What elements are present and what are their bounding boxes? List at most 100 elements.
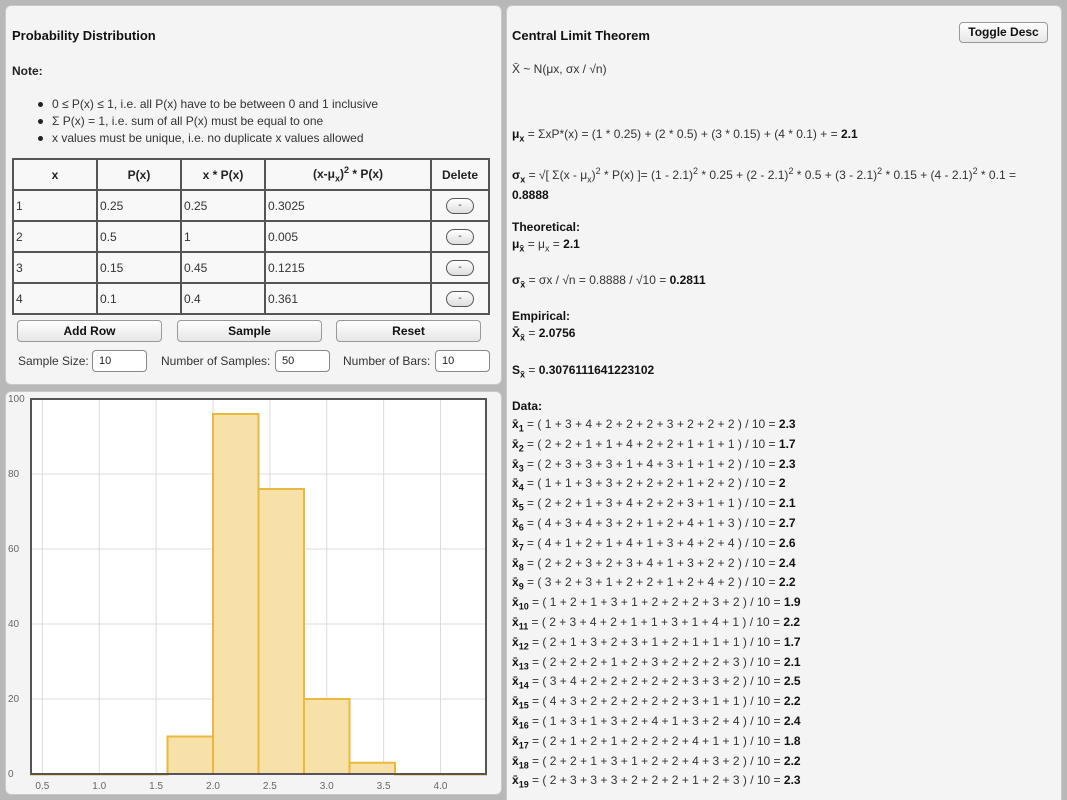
sample-line: x̄2 = ( 2 + 2 + 1 + 1 + 4 + 2 + 2 + 1 + … <box>512 436 796 454</box>
sample-line: x̄4 = ( 1 + 1 + 3 + 3 + 2 + 2 + 2 + 1 + … <box>512 476 786 493</box>
sample-size-input[interactable]: 10 <box>92 350 147 372</box>
s-line: Sx̄ = 0.3076111641223102 <box>512 363 655 380</box>
sigma-xbar-line: σx̄ = σx / √n = 0.8888 / √10 = 0.2811 <box>512 273 706 290</box>
sample-line: x̄12 = ( 2 + 1 + 3 + 2 + 3 + 1 + 2 + 1 +… <box>512 634 801 652</box>
x-tick-label: 3.0 <box>320 781 334 792</box>
num-bars-label: Number of Bars: <box>343 354 431 368</box>
distribution-panel: Probability Distribution Note: 0 ≤ P(x) … <box>5 5 502 385</box>
sample-line: x̄14 = ( 3 + 4 + 2 + 2 + 2 + 2 + 2 + 3 +… <box>512 674 801 691</box>
sample-line: x̄13 = ( 2 + 2 + 2 + 1 + 2 + 3 + 2 + 2 +… <box>512 654 801 671</box>
col-header-px: P(x) <box>96 158 182 191</box>
notes-list: 0 ≤ P(x) ≤ 1, i.e. all P(x) have to be b… <box>37 96 379 147</box>
distribution-formula: X̄ ~ N(μx, σx / √n) <box>512 62 607 76</box>
mu-x-line: μx = ΣxP*(x) = (1 * 0.25) + (2 * 0.5) + … <box>512 127 858 144</box>
cell-variance: 0.1215 <box>264 251 432 284</box>
mu-xbar-value: 2.1 <box>563 237 580 251</box>
histogram-panel: 0 20 40 60 80 100 0.5 1.0 1.5 2.0 2.5 3.0 3.5 4.0 <box>5 391 502 795</box>
cell-px[interactable]: 0.1 <box>96 282 182 315</box>
cell-delete: - <box>430 282 490 315</box>
histogram-bar <box>212 413 260 775</box>
mu-x-value: 2.1 <box>840 127 858 141</box>
histogram-bar <box>303 698 351 775</box>
xbar-mean-line: X̄x̄ = 2.0756 <box>512 326 576 343</box>
x-tick-label: 2.5 <box>263 781 277 792</box>
sample-line: x̄8 = ( 2 + 2 + 3 + 2 + 3 + 4 + 1 + 3 + … <box>512 555 796 572</box>
sigma-xbar-expr: = σx / √n = 0.8888 / √10 = <box>525 273 670 287</box>
sample-line: x̄19 = ( 2 + 3 + 3 + 3 + 2 + 2 + 2 + 1 +… <box>512 773 801 790</box>
cell-delete: - <box>430 251 490 284</box>
cell-xpx: 0.45 <box>180 251 266 284</box>
x-tick-label: 0.5 <box>35 781 49 792</box>
sample-line: x̄3 = ( 2 + 3 + 3 + 3 + 1 + 4 + 3 + 1 + … <box>512 456 796 473</box>
sample-line: x̄11 = ( 2 + 3 + 4 + 2 + 1 + 1 + 3 + 1 +… <box>512 615 801 632</box>
histogram-bar <box>348 761 396 775</box>
col-header-x: x <box>12 158 98 191</box>
clt-panel: Central Limit Theorem Toggle Desc X̄ ~ N… <box>506 5 1062 800</box>
x-tick-label: 4.0 <box>434 781 448 792</box>
cell-x[interactable]: 3 <box>12 251 98 284</box>
cell-px[interactable]: 0.25 <box>96 189 182 222</box>
table-header-row: x P(x) x * P(x) (x-μx)2 * P(x) Delete <box>12 158 490 191</box>
cell-px[interactable]: 0.5 <box>96 220 182 253</box>
table-row: 1 0.25 0.25 0.3025 - <box>12 189 490 222</box>
y-tick-label: 0 <box>8 769 14 780</box>
panel-title: Central Limit Theorem <box>512 28 650 43</box>
sample-line: x̄15 = ( 4 + 3 + 2 + 2 + 2 + 2 + 2 + 3 +… <box>512 694 801 711</box>
cell-xpx: 0.4 <box>180 282 266 315</box>
x-tick-label: 3.5 <box>377 781 391 792</box>
mu-x-expr: = ΣxP*(x) = (1 * 0.25) + (2 * 0.5) + (3 … <box>524 127 841 141</box>
col-header-variance: (x-μx)2 * P(x) <box>264 158 432 191</box>
cell-xpx: 0.25 <box>180 189 266 222</box>
delete-row-button[interactable]: - <box>446 198 474 214</box>
num-samples-input[interactable]: 50 <box>275 350 330 372</box>
cell-px[interactable]: 0.15 <box>96 251 182 284</box>
x-tick-label: 2.0 <box>206 781 220 792</box>
note-item: 0 ≤ P(x) ≤ 1, i.e. all P(x) have to be b… <box>37 97 379 111</box>
distribution-table: x P(x) x * P(x) (x-μx)2 * P(x) Delete 1 … <box>12 158 490 315</box>
panel-title: Probability Distribution <box>12 28 156 43</box>
add-row-button[interactable]: Add Row <box>17 320 162 342</box>
note-item: Σ P(x) = 1, i.e. sum of all P(x) must be… <box>37 113 378 130</box>
cell-x[interactable]: 2 <box>12 220 98 253</box>
delete-row-button[interactable]: - <box>446 229 474 245</box>
col-header-delete: Delete <box>430 158 490 191</box>
cell-x[interactable]: 4 <box>12 282 98 315</box>
reset-button[interactable]: Reset <box>336 320 481 342</box>
histogram-bar <box>257 488 305 775</box>
x-tick-label: 1.0 <box>92 781 106 792</box>
sample-button[interactable]: Sample <box>177 320 322 342</box>
cell-xpx: 1 <box>180 220 266 253</box>
table-row: 3 0.15 0.45 0.1215 - <box>12 251 490 284</box>
num-bars-input[interactable]: 10 <box>435 350 490 372</box>
theoretical-label: Theoretical: <box>512 220 581 234</box>
col-header-xpx: x * P(x) <box>180 158 266 191</box>
note-item: x values must be unique, i.e. no duplica… <box>37 130 378 147</box>
toggle-desc-button[interactable]: Toggle Desc <box>959 22 1048 43</box>
empirical-label: Empirical: <box>512 309 571 323</box>
sample-line: x̄16 = ( 1 + 3 + 1 + 3 + 2 + 4 + 1 + 3 +… <box>512 714 801 731</box>
sample-line: x̄18 = ( 2 + 2 + 1 + 3 + 1 + 2 + 2 + 4 +… <box>512 753 801 770</box>
table-row: 2 0.5 1 0.005 - <box>12 220 490 253</box>
table-row: 4 0.1 0.4 0.361 - <box>12 282 490 315</box>
xbar-mean-value: 2.0756 <box>538 326 576 340</box>
sample-line: x̄6 = ( 4 + 3 + 4 + 3 + 2 + 1 + 2 + 4 + … <box>512 516 796 533</box>
mu-xbar-line: μx̄ = μx = 2.1 <box>512 237 580 254</box>
cell-x[interactable]: 1 <box>12 189 98 222</box>
cell-delete: - <box>430 189 490 222</box>
cell-variance: 0.361 <box>264 282 432 315</box>
x-tick-label: 1.5 <box>149 781 163 792</box>
cell-delete: - <box>430 220 490 253</box>
sample-line: x̄10 = ( 1 + 2 + 1 + 3 + 1 + 2 + 2 + 2 +… <box>512 595 801 612</box>
histogram-chart: 0 20 40 60 80 100 0.5 1.0 1.5 2.0 2.5 3.0 3.5 4.0 <box>8 394 487 792</box>
histogram-bar <box>166 735 214 775</box>
sample-line: x̄9 = ( 3 + 2 + 3 + 1 + 2 + 2 + 1 + 2 + … <box>512 575 796 592</box>
sample-size-label: Sample Size: <box>18 354 89 368</box>
sample-line: x̄1 = ( 1 + 3 + 4 + 2 + 2 + 2 + 3 + 2 + … <box>512 417 796 434</box>
delete-row-button[interactable]: - <box>446 291 474 307</box>
sigma-xbar-value: 0.2811 <box>669 273 706 287</box>
y-tick-label: 80 <box>8 469 20 480</box>
cell-variance: 0.005 <box>264 220 432 253</box>
delete-row-button[interactable]: - <box>446 260 474 276</box>
data-label: Data: <box>512 399 543 413</box>
cell-variance: 0.3025 <box>264 189 432 222</box>
